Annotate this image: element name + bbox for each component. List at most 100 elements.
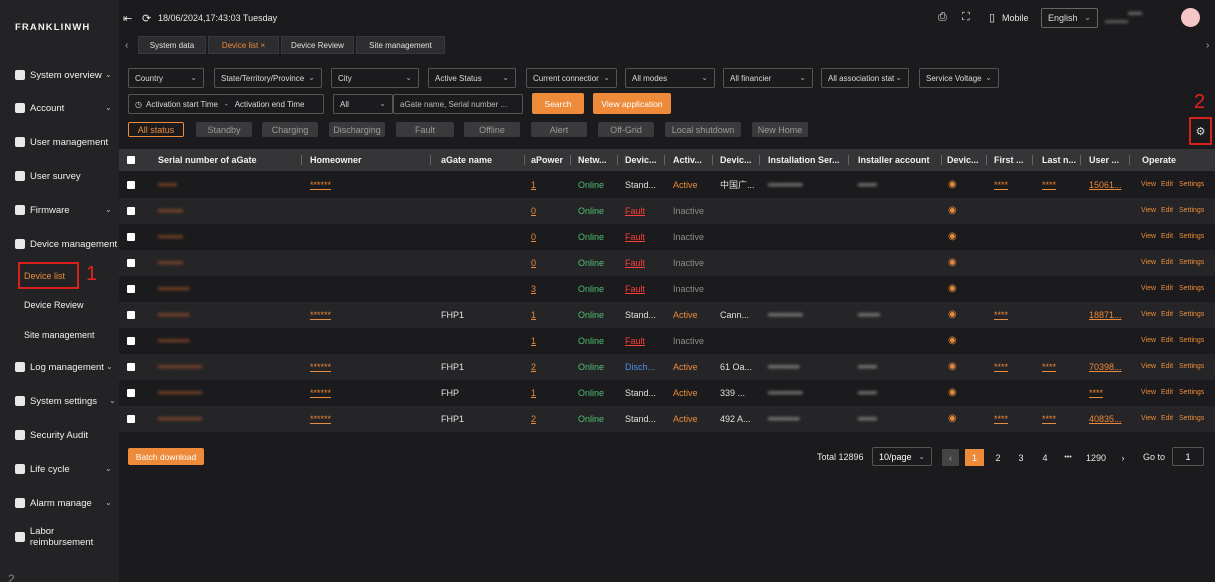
sidebar-item-device-management[interactable]: Device management xyxy=(15,236,117,252)
association-select[interactable]: All association stat ⌄ xyxy=(821,68,909,88)
edit-link[interactable]: Edit xyxy=(1161,406,1173,432)
cell-homeowner[interactable]: ****** xyxy=(310,302,390,328)
th-apower[interactable]: aPower xyxy=(531,149,569,171)
status-chip-all[interactable]: All status xyxy=(128,122,184,137)
cell-first-name[interactable]: **** xyxy=(994,406,1024,432)
column-settings-gear-icon[interactable]: ⚙ xyxy=(1189,117,1212,145)
cell-serial[interactable]: •••••••••••••• xyxy=(158,406,288,432)
cell-device-status[interactable]: Fault xyxy=(625,328,663,354)
view-link[interactable]: View xyxy=(1141,406,1156,432)
cell-first-name[interactable]: **** xyxy=(994,172,1024,198)
view-application-button[interactable]: View application xyxy=(593,93,671,114)
sidebar-item-user-management[interactable]: User management xyxy=(15,134,108,150)
cell-serial[interactable]: •••••••••••••• xyxy=(158,380,288,406)
active-status-select[interactable]: Active Status ⌄ xyxy=(428,68,516,88)
view-link[interactable]: View xyxy=(1141,250,1156,276)
cell-serial[interactable]: •••••••• xyxy=(158,250,288,276)
status-chip-offline[interactable]: Offline xyxy=(464,122,520,137)
fullscreen-icon[interactable]: ⛶ xyxy=(962,11,970,24)
edit-link[interactable]: Edit xyxy=(1161,250,1173,276)
eye-icon[interactable]: ◉ xyxy=(948,406,962,432)
status-chip-standby[interactable]: Standby xyxy=(196,122,252,137)
row-checkbox[interactable] xyxy=(127,389,135,397)
cell-serial[interactable]: •••••••••• xyxy=(158,276,288,302)
next-page-button[interactable]: › xyxy=(1116,449,1130,466)
th-last-name[interactable]: Last n... xyxy=(1042,149,1080,171)
search-button[interactable]: Search xyxy=(532,93,584,114)
page-last[interactable]: 1290 xyxy=(1082,449,1110,466)
eye-icon[interactable]: ◉ xyxy=(948,224,962,250)
cell-last-name[interactable]: **** xyxy=(1042,354,1072,380)
view-link[interactable]: View xyxy=(1141,302,1156,328)
cell-serial[interactable]: •••••••••• xyxy=(158,328,288,354)
th-device-status[interactable]: Devic... xyxy=(625,149,663,171)
status-chip-new-home[interactable]: New Home xyxy=(752,122,808,137)
settings-link[interactable]: Settings xyxy=(1179,198,1204,224)
cell-apower[interactable]: 3 xyxy=(531,276,561,302)
status-chip-local-shutdown[interactable]: Local shutdown xyxy=(665,122,741,137)
sidebar-sub-site-management[interactable]: Site management xyxy=(24,330,95,340)
city-select[interactable]: City ⌄ xyxy=(331,68,419,88)
cell-apower[interactable]: 2 xyxy=(531,406,561,432)
edit-link[interactable]: Edit xyxy=(1161,224,1173,250)
settings-link[interactable]: Settings xyxy=(1179,276,1204,302)
row-checkbox[interactable] xyxy=(127,181,135,189)
sidebar-item-labor-reimbursement[interactable]: Labor reimbursement xyxy=(15,526,119,548)
status-chip-discharging[interactable]: Discharging xyxy=(329,122,385,137)
cell-device-status[interactable]: Fault xyxy=(625,250,663,276)
tabs-scroll-right-icon[interactable]: › xyxy=(1206,40,1209,51)
tab-device-review[interactable]: Device Review xyxy=(281,36,354,54)
edit-link[interactable]: Edit xyxy=(1161,198,1173,224)
cell-serial[interactable]: •••••••••••••• xyxy=(158,354,288,380)
cell-homeowner[interactable]: ****** xyxy=(310,172,390,198)
prev-page-button[interactable]: ‹ xyxy=(942,449,959,466)
th-device-detail[interactable]: Devic... xyxy=(947,149,985,171)
cell-user-phone[interactable]: 70398... xyxy=(1089,354,1129,380)
cell-apower[interactable]: 0 xyxy=(531,224,561,250)
eye-icon[interactable]: ◉ xyxy=(948,302,962,328)
sidebar-sub-device-review[interactable]: Device Review xyxy=(24,300,84,310)
sidebar-item-alarm-manage[interactable]: Alarm manage ⌄ xyxy=(15,495,112,511)
sidebar-item-account[interactable]: Account ⌄ xyxy=(15,100,112,116)
refresh-icon[interactable]: ⟳ xyxy=(142,12,151,25)
cell-first-name[interactable]: **** xyxy=(994,302,1024,328)
eye-icon[interactable]: ◉ xyxy=(948,380,962,406)
tab-system-data[interactable]: System data xyxy=(138,36,206,54)
row-checkbox[interactable] xyxy=(127,259,135,267)
goto-page-input[interactable]: 1 xyxy=(1172,447,1204,466)
activation-date-range[interactable]: ◷ Activation start Time - Activation end… xyxy=(128,94,324,114)
edit-link[interactable]: Edit xyxy=(1161,302,1173,328)
edit-link[interactable]: Edit xyxy=(1161,380,1173,406)
state-select[interactable]: State/Territory/Province ⌄ xyxy=(214,68,322,88)
edit-link[interactable]: Edit xyxy=(1161,172,1173,198)
cell-homeowner[interactable]: ****** xyxy=(310,354,390,380)
cell-device-status[interactable]: Fault xyxy=(625,276,663,302)
view-link[interactable]: View xyxy=(1141,224,1156,250)
settings-link[interactable]: Settings xyxy=(1179,380,1204,406)
page-ellipsis[interactable]: ••• xyxy=(1060,449,1076,466)
cell-first-name[interactable]: **** xyxy=(994,354,1024,380)
status-chip-alert[interactable]: Alert xyxy=(531,122,587,137)
cell-serial[interactable]: •••••• xyxy=(158,172,288,198)
settings-link[interactable]: Settings xyxy=(1179,172,1204,198)
th-network[interactable]: Netw... xyxy=(578,149,616,171)
country-select[interactable]: Country ⌄ xyxy=(128,68,204,88)
eye-icon[interactable]: ◉ xyxy=(948,328,962,354)
th-agate-name[interactable]: aGate name xyxy=(441,149,521,171)
cell-apower[interactable]: 1 xyxy=(531,302,561,328)
cell-user-phone[interactable]: 18871... xyxy=(1089,302,1129,328)
cell-serial[interactable]: •••••••• xyxy=(158,224,288,250)
language-select[interactable]: English ⌄ xyxy=(1041,8,1098,28)
cell-apower[interactable]: 2 xyxy=(531,354,561,380)
mobile-link[interactable]: Mobile xyxy=(1002,13,1029,23)
th-first-name[interactable]: First ... xyxy=(994,149,1032,171)
eye-icon[interactable]: ◉ xyxy=(948,198,962,224)
avatar[interactable] xyxy=(1181,8,1200,27)
sidebar-item-security-audit[interactable]: Security Audit xyxy=(15,427,88,443)
modes-select[interactable]: All modes ⌄ xyxy=(625,68,715,88)
sidebar-item-system-overview[interactable]: System overview ⌄ xyxy=(15,67,112,83)
row-checkbox[interactable] xyxy=(127,285,135,293)
export-icon[interactable]: ⎙ xyxy=(938,11,947,24)
page-1[interactable]: 1 xyxy=(965,449,984,466)
search-input[interactable]: aGate name, Serial number ... xyxy=(393,94,523,114)
